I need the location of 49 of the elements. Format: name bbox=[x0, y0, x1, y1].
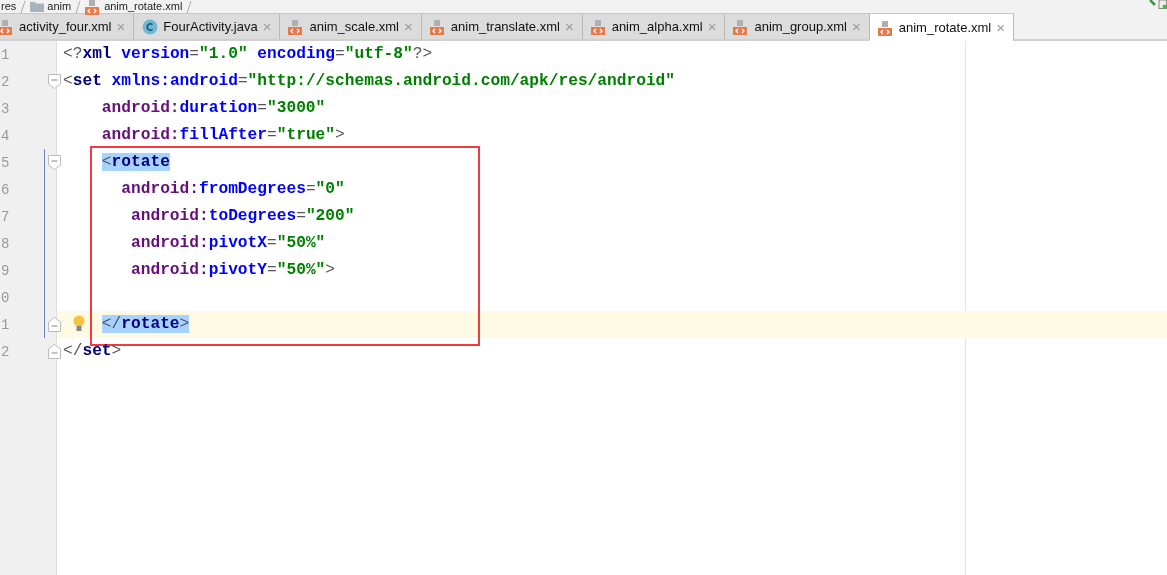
code-line: <?xml version="1.0" encoding="utf-8"?> bbox=[62, 44, 433, 65]
editor-tab[interactable]: anim_translate.xml × bbox=[421, 13, 583, 39]
code-line: android:fillAfter="true"> bbox=[100, 125, 345, 146]
line-number: 2 bbox=[1, 343, 10, 362]
fold-icon[interactable] bbox=[48, 74, 61, 89]
line-number: 1 bbox=[1, 316, 10, 335]
line-number: 7 bbox=[1, 208, 10, 227]
line-number: 4 bbox=[1, 127, 10, 146]
line-number: 0 bbox=[1, 289, 10, 308]
code-line: </rotate> bbox=[100, 314, 190, 335]
line-number: 2 bbox=[1, 73, 10, 92]
code-line: android:fromDegrees="0" bbox=[120, 179, 345, 200]
breadcrumb-separator-icon bbox=[75, 0, 82, 13]
line-number: 6 bbox=[1, 181, 10, 200]
run-toolbar-icon[interactable] bbox=[1147, 0, 1167, 9]
class-file-icon bbox=[142, 18, 159, 35]
line-number: 5 bbox=[1, 154, 10, 173]
editor-tab[interactable]: anim_scale.xml × bbox=[280, 13, 422, 39]
xml-file-icon bbox=[288, 18, 305, 35]
fold-icon[interactable] bbox=[48, 344, 61, 359]
xml-file-icon bbox=[733, 18, 750, 35]
breadcrumb-item[interactable]: anim bbox=[30, 1, 72, 12]
xml-file-icon bbox=[85, 0, 102, 15]
lightbulb-icon[interactable] bbox=[72, 315, 86, 333]
code-line: android:pivotX="50%" bbox=[130, 233, 326, 254]
editor-tab[interactable]: activity_four.xml × bbox=[0, 13, 135, 39]
line-number: 3 bbox=[1, 100, 10, 119]
xml-file-icon bbox=[590, 18, 607, 35]
editor-tab[interactable]: anim_rotate.xml × bbox=[869, 13, 1014, 41]
code-line: android:duration="3000" bbox=[100, 98, 326, 119]
xml-file-icon bbox=[429, 18, 446, 35]
editor-tab[interactable]: FourActivity.java × bbox=[134, 13, 281, 39]
fold-icon[interactable] bbox=[48, 317, 61, 332]
fold-icon[interactable] bbox=[48, 155, 61, 170]
editor-tab[interactable]: anim_alpha.xml × bbox=[582, 13, 726, 39]
breadcrumb-separator-icon bbox=[186, 0, 193, 13]
code-line: android:pivotY="50%"> bbox=[130, 260, 336, 281]
code-line: <set xmlns:android="http://schemas.android.com/apk/res/android" bbox=[62, 71, 676, 92]
breadcrumb-separator-icon bbox=[20, 0, 27, 13]
line-number: 9 bbox=[1, 262, 10, 281]
line-number: 1 bbox=[1, 46, 10, 65]
breadcrumb-item[interactable]: res bbox=[1, 1, 17, 12]
xml-file-icon bbox=[0, 18, 14, 35]
code-line: </set> bbox=[62, 341, 122, 362]
xml-file-icon bbox=[877, 19, 894, 36]
editor-tab[interactable]: anim_group.xml × bbox=[725, 13, 870, 39]
line-number: 8 bbox=[1, 235, 10, 254]
code-line: android:toDegrees="200" bbox=[130, 206, 355, 227]
breadcrumb-item[interactable]: anim_rotate.xml bbox=[85, 0, 183, 15]
